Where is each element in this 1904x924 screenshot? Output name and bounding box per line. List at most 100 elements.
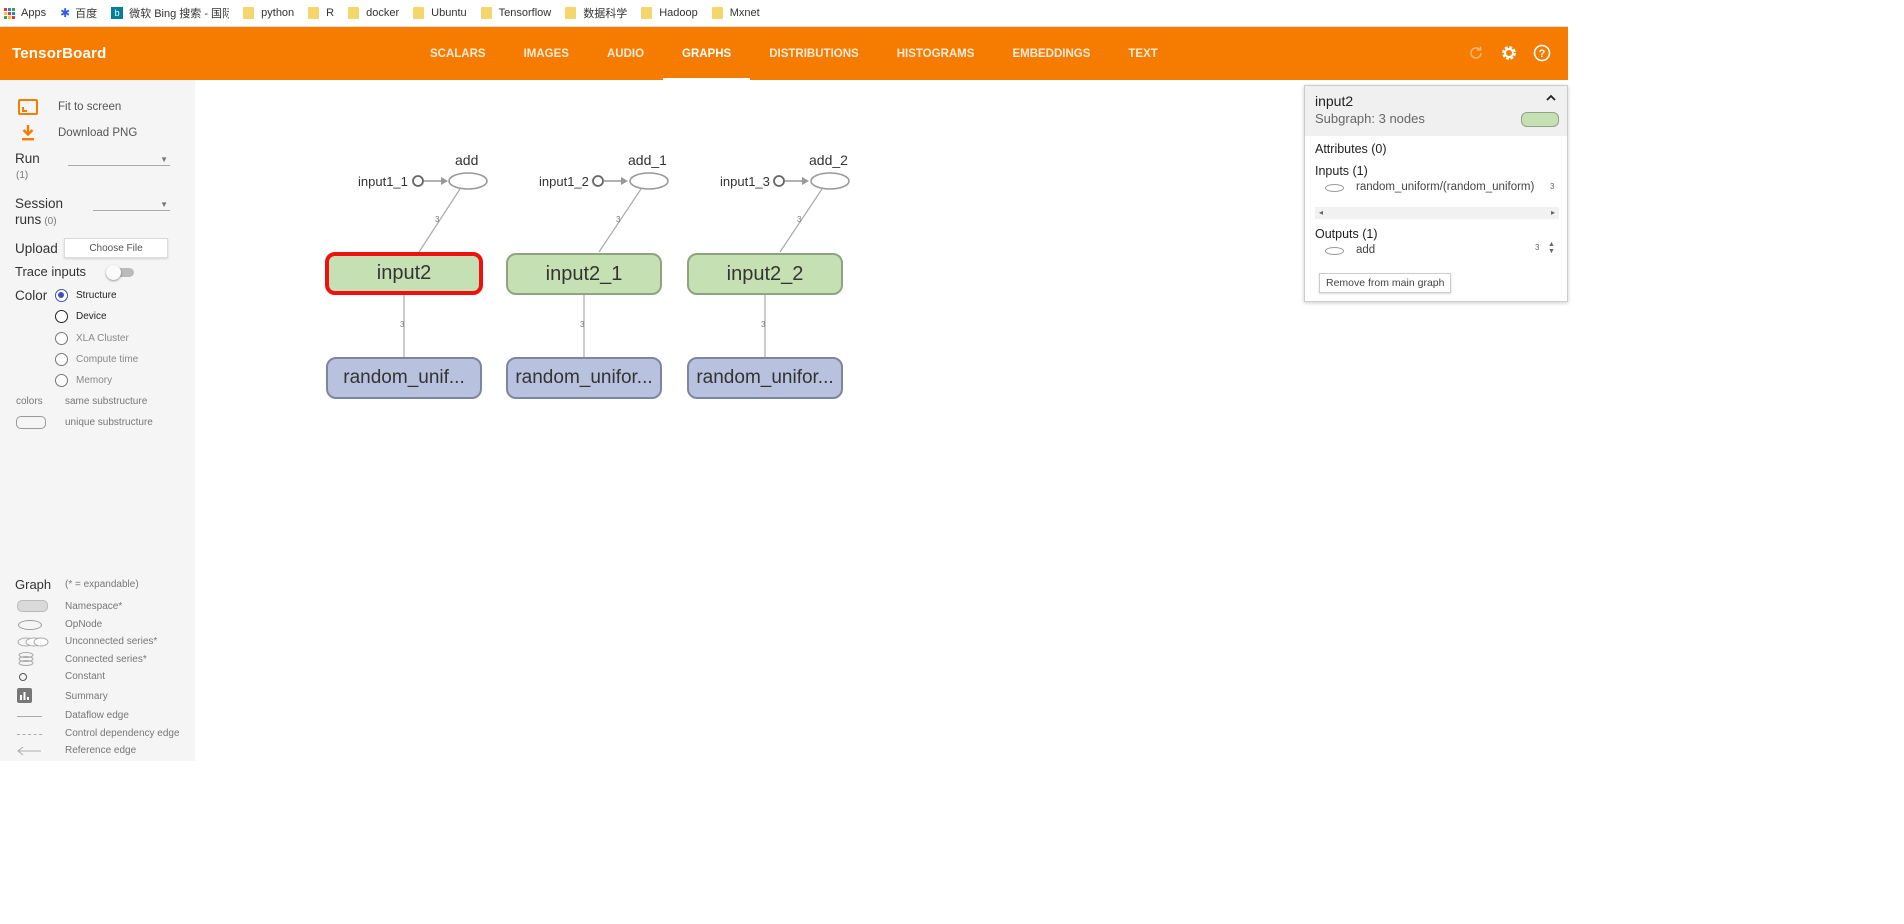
color-option-label: Memory <box>76 375 113 386</box>
session-runs-select[interactable]: ▼ <box>93 199 170 211</box>
legend-label: Summary <box>65 691 108 702</box>
upload-label: Upload <box>15 241 58 256</box>
tab-audio[interactable]: AUDIO <box>588 27 663 80</box>
color-option-label: Device <box>76 311 107 322</box>
legend-label: Namespace* <box>65 601 123 612</box>
bookmark-ubuntu[interactable]: Ubuntu <box>413 7 467 19</box>
legend-label: Unconnected series* <box>65 636 158 647</box>
download-png-label: Download PNG <box>58 126 138 139</box>
session-runs-text: runs <box>15 212 42 227</box>
node-color-swatch <box>1521 112 1559 127</box>
run-select[interactable]: ▼ <box>68 154 170 166</box>
color-radio-xla-cluster[interactable] <box>55 332 68 345</box>
apps-grid-icon <box>4 7 15 19</box>
refresh-icon[interactable] <box>1467 44 1485 62</box>
summary-legend-icon <box>17 688 32 703</box>
namespace-node-random-uniform[interactable]: random_unifor... <box>506 357 662 399</box>
choose-file-button[interactable]: Choose File <box>64 238 168 258</box>
bing-icon: b <box>111 7 124 19</box>
constant-legend-icon <box>19 673 27 681</box>
bookmark-label: R <box>326 7 335 19</box>
fit-to-screen-button[interactable]: Fit to screen <box>18 99 121 115</box>
bookmark-label: docker <box>366 7 400 19</box>
folder-icon <box>413 7 425 19</box>
folder-icon <box>243 7 255 19</box>
nav-tabs: SCALARS IMAGES AUDIO GRAPHS DISTRIBUTION… <box>411 27 1177 80</box>
collapse-chevron-icon[interactable] <box>1545 92 1557 106</box>
bookmark-label: 数据科学 <box>583 8 628 20</box>
dropdown-caret-icon: ▼ <box>160 155 168 164</box>
input-item[interactable]: random_uniform/(random_uniform) <box>1356 181 1534 193</box>
run-label: Run <box>15 151 40 166</box>
bookmark-label: Hadoop <box>659 7 698 19</box>
bookmark-bing[interactable]: b 微软 Bing 搜索 - 国际 <box>111 5 229 21</box>
const-node-label[interactable]: input1_2 <box>539 174 589 189</box>
scroll-left-icon[interactable]: ◂ <box>1319 208 1323 217</box>
tab-distributions[interactable]: DISTRIBUTIONS <box>750 27 877 80</box>
help-icon[interactable]: ? <box>1533 44 1551 62</box>
bookmark-tensorflow[interactable]: Tensorflow <box>480 7 552 19</box>
bookmark-label: Ubuntu <box>431 7 467 19</box>
tab-scalars[interactable]: SCALARS <box>411 27 505 80</box>
edge-label: 3 <box>616 215 621 224</box>
attributes-heading: Attributes (0) <box>1315 142 1387 156</box>
output-item[interactable]: add <box>1356 244 1375 256</box>
bookmarks-bar: Apps ✱ 百度 b 微软 Bing 搜索 - 国际 python R doc… <box>0 0 1568 27</box>
baidu-icon: ✱ <box>60 6 71 20</box>
color-radio-memory[interactable] <box>55 374 68 387</box>
namespace-node-random-uniform[interactable]: random_unifor... <box>687 357 843 399</box>
namespace-node-random-uniform[interactable]: random_unif... <box>326 357 482 399</box>
bookmark-r[interactable]: R <box>308 7 334 19</box>
op-node-label[interactable]: add <box>455 152 478 168</box>
trace-inputs-label: Trace inputs <box>15 264 87 279</box>
download-png-button[interactable]: Download PNG <box>20 124 137 141</box>
output-count: 3 <box>1535 243 1540 252</box>
trace-inputs-toggle[interactable] <box>106 265 135 280</box>
run-count: (1) <box>16 170 29 181</box>
folder-icon <box>641 7 653 19</box>
color-radio-device[interactable] <box>55 310 68 323</box>
edge-label: 3 <box>580 320 585 329</box>
const-node-label[interactable]: input1_3 <box>720 174 770 189</box>
opnode-legend-icon <box>18 620 42 630</box>
remove-from-main-graph-button[interactable]: Remove from main graph <box>1319 273 1452 293</box>
unique-substructure-label: unique substructure <box>65 417 153 428</box>
horizontal-scrollbar[interactable]: ◂ ▸ <box>1315 207 1559 219</box>
bookmark-mxnet[interactable]: Mxnet <box>711 7 760 19</box>
bookmark-docker[interactable]: docker <box>348 7 399 19</box>
tab-text[interactable]: TEXT <box>1109 27 1176 80</box>
folder-icon <box>480 7 492 19</box>
color-radio-structure[interactable] <box>55 289 68 302</box>
tab-graphs[interactable]: GRAPHS <box>663 27 751 80</box>
scroll-right-icon[interactable]: ▸ <box>1551 208 1555 217</box>
namespace-node-input2-2[interactable]: input2_2 <box>687 253 843 295</box>
colors-label: colors <box>16 396 43 407</box>
bookmark-python[interactable]: python <box>243 7 294 19</box>
bookmark-apps[interactable]: Apps <box>4 7 46 19</box>
session-label: Session <box>15 196 64 211</box>
namespace-node-input2-1[interactable]: input2_1 <box>506 253 662 295</box>
op-node-label[interactable]: add_1 <box>628 152 667 168</box>
same-substructure-label: same substructure <box>65 396 148 407</box>
const-node-label[interactable]: input1_1 <box>358 174 408 189</box>
legend-label: Reference edge <box>65 745 137 756</box>
namespace-node-input2[interactable]: input2 <box>325 252 483 295</box>
opnode-icon <box>1325 184 1344 192</box>
color-option-label: XLA Cluster <box>76 333 129 344</box>
bookmark-hadoop[interactable]: Hadoop <box>641 7 698 19</box>
reference-edge-legend-icon <box>16 746 42 756</box>
bookmark-label: Tensorflow <box>498 7 552 19</box>
tab-histograms[interactable]: HISTOGRAMS <box>878 27 994 80</box>
color-option-label: Structure <box>76 290 117 301</box>
node-info-card: input2 Subgraph: 3 nodes Attributes (0) … <box>1304 85 1568 302</box>
bookmark-datascience[interactable]: 数据科学 <box>565 5 627 21</box>
fit-to-screen-icon <box>18 99 38 115</box>
unique-substructure-swatch <box>16 416 46 429</box>
color-radio-compute-time[interactable] <box>55 353 68 366</box>
op-node-label[interactable]: add_2 <box>809 152 848 168</box>
spinner-arrows-icon[interactable]: ▲ ▼ <box>1548 241 1555 255</box>
bookmark-baidu[interactable]: ✱ 百度 <box>60 5 97 21</box>
tab-images[interactable]: IMAGES <box>505 27 588 80</box>
settings-icon[interactable] <box>1500 44 1518 62</box>
tab-embeddings[interactable]: EMBEDDINGS <box>993 27 1109 80</box>
